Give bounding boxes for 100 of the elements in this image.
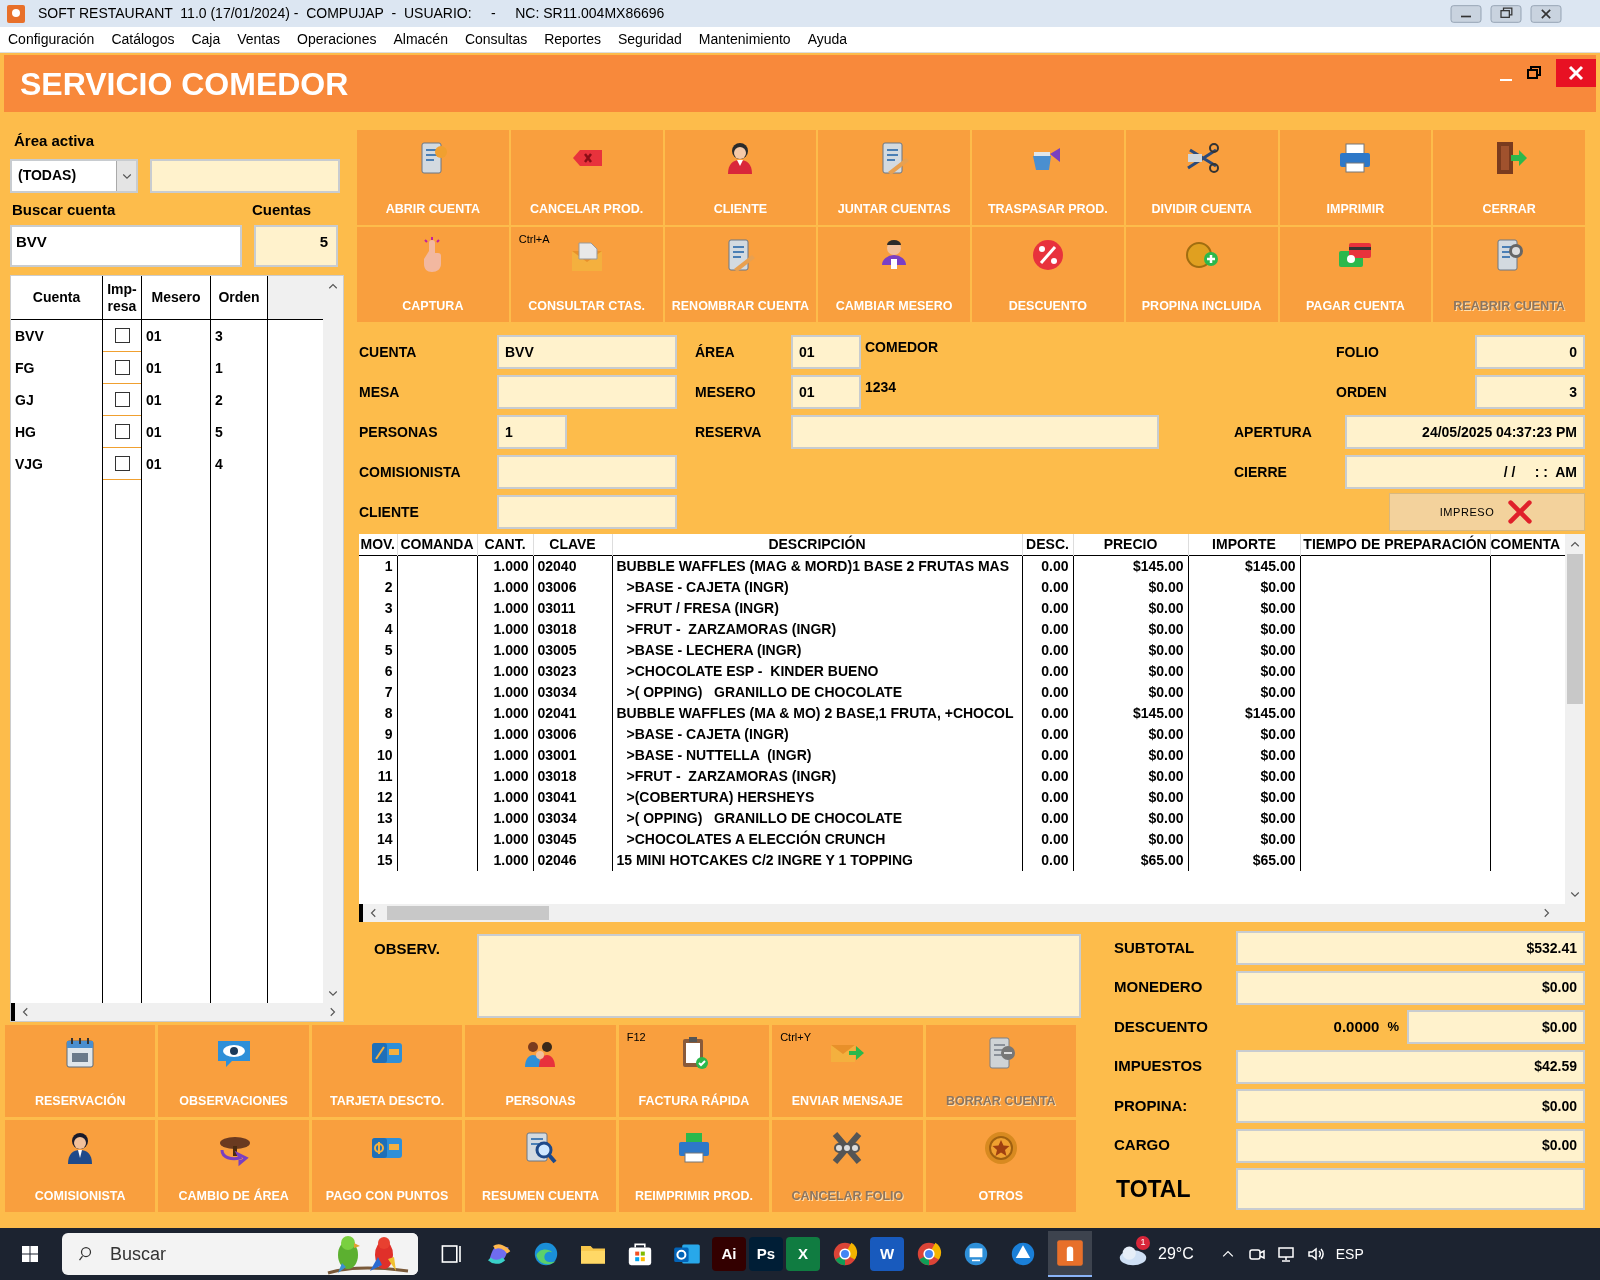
total-label: DESCUENTO	[1114, 1016, 1209, 1037]
app-icon[interactable]	[1048, 1231, 1092, 1277]
table-cell: 03045	[537, 831, 577, 847]
customer-field[interactable]	[497, 495, 677, 529]
field-label: Buscar cuenta	[12, 199, 117, 220]
toolbar-button[interactable]: Ctrl+A CONSULTAR CTAS.	[510, 227, 663, 322]
menu-item[interactable]: Operaciones	[297, 29, 377, 50]
account-field[interactable]: BVV	[497, 335, 677, 369]
table-cell: 1.000	[493, 558, 529, 574]
area-field[interactable]	[150, 158, 340, 193]
folio-field[interactable]: 0	[1475, 335, 1585, 369]
table-cell: 11	[377, 768, 393, 784]
amount-field[interactable]: $0.00	[1236, 970, 1585, 1005]
search-bar[interactable]: Buscar	[62, 1233, 418, 1275]
table-cell: >CHOCOLATES A ELECCIÓN CRUNCH	[626, 831, 886, 847]
app-icon[interactable]: W	[870, 1237, 904, 1271]
column-header[interactable]: COMANDA	[400, 536, 474, 552]
table-cell: 10	[376, 747, 393, 763]
menu-item[interactable]: Caja	[191, 29, 221, 50]
scrollbar[interactable]	[359, 904, 1585, 922]
checkbox[interactable]	[114, 424, 130, 439]
toolbar-button[interactable]: F12 FACTURA RÁPIDA	[618, 1025, 770, 1117]
column-header[interactable]: Cuenta	[32, 289, 81, 306]
table-cell: 1.000	[493, 663, 529, 679]
column-header[interactable]: PRECIO	[1103, 536, 1158, 552]
app-icon[interactable]: Ps	[749, 1237, 783, 1271]
amount-field[interactable]: $532.41	[1236, 931, 1585, 965]
menu-item[interactable]: Seguridad	[618, 29, 682, 50]
discount-percent: 0.0000	[1333, 1016, 1380, 1037]
search-field[interactable]: BVV	[10, 225, 242, 267]
column-header[interactable]: IMPORTE	[1212, 536, 1276, 552]
field-label: CIERRE	[1234, 462, 1287, 482]
table-cell: $0.00	[1148, 726, 1184, 742]
table-cell: >FRUT - ZARZAMORAS (INGR)	[626, 621, 837, 637]
checkbox[interactable]	[114, 360, 130, 375]
commission-agent-field[interactable]	[497, 455, 677, 489]
table-cell: $0.00	[1260, 747, 1296, 763]
table-cell: BUBBLE WAFFLES (MAG & MORD)1 BASE 2 FRUTAS MAS	[616, 558, 1009, 574]
screen-title: SERVICIO COMEDOR	[20, 64, 349, 104]
total-label: CARGO	[1114, 1135, 1171, 1156]
column-header[interactable]: COMENTA	[1490, 536, 1561, 552]
column-header[interactable]: Mesero	[151, 289, 201, 306]
column-header[interactable]: Imp-resa	[105, 280, 139, 315]
column-header[interactable]: Orden	[218, 289, 260, 306]
amount-field[interactable]: $0.00	[1407, 1010, 1585, 1044]
checkbox[interactable]	[114, 392, 130, 407]
count-field: 5	[254, 225, 338, 267]
table-cell-text: 01	[146, 326, 162, 346]
menu-item[interactable]: Ayuda	[807, 29, 848, 50]
column-header[interactable]: CLAVE	[549, 536, 596, 552]
opening-field[interactable]: 24/05/2025 04:37:23 PM	[1345, 415, 1585, 449]
scrollbar[interactable]	[1565, 534, 1585, 904]
order-field[interactable]: 3	[1475, 375, 1585, 409]
language-indicator[interactable]: ESP	[1335, 1243, 1364, 1265]
amount-field[interactable]: $0.00	[1236, 1089, 1585, 1123]
total-label: SUBTOTAL	[1114, 937, 1196, 958]
checkbox[interactable]	[114, 328, 130, 343]
guests-field[interactable]: 1	[497, 415, 567, 449]
table-cell: 0.00	[1041, 726, 1069, 742]
scrollbar[interactable]	[323, 276, 343, 1003]
observations-field[interactable]	[477, 934, 1081, 1018]
printed-button[interactable]: IMPRESO	[1389, 493, 1585, 531]
table-field[interactable]	[497, 375, 677, 409]
area-dropdown[interactable]: (TODAS)	[10, 158, 138, 193]
amount-field[interactable]: $42.59	[1236, 1049, 1585, 1084]
column-header[interactable]: MOV.	[360, 536, 395, 552]
table-cell: 03041	[537, 789, 577, 805]
toolbar-button[interactable]: Ctrl+Y ENVIAR MENSAJE	[772, 1025, 923, 1117]
area-code-field[interactable]: 01	[791, 335, 861, 369]
scrollbar[interactable]	[11, 1003, 343, 1021]
menu-item[interactable]: Consultas	[464, 29, 528, 50]
menu-item[interactable]: Mantenimiento	[698, 29, 791, 50]
percent-sign: %	[1387, 1018, 1399, 1037]
total-field[interactable]	[1236, 1168, 1585, 1210]
table-cell: >( OPPING) GRANILLO DE CHOCOLATE	[626, 684, 902, 700]
column-header[interactable]: CANT.	[484, 536, 526, 552]
amount-field[interactable]: $0.00	[1236, 1128, 1585, 1163]
reservation-field[interactable]	[791, 415, 1159, 449]
table-cell: $0.00	[1260, 642, 1296, 658]
closing-field[interactable]: / / : : AM	[1345, 455, 1585, 489]
column-header[interactable]: DESCRIPCIÓN	[768, 536, 866, 552]
table-cell: 0.00	[1041, 810, 1069, 826]
app-icon[interactable]: Ai	[712, 1237, 746, 1271]
menu-item[interactable]: Catálogos	[111, 29, 175, 50]
table-cell: $0.00	[1148, 831, 1184, 847]
column-header[interactable]: TIEMPO DE PREPARACIÓN	[1303, 536, 1487, 552]
menu-item[interactable]: Almacén	[393, 29, 448, 50]
table-cell-text: 4	[215, 454, 223, 474]
table-cell-text: 1	[215, 358, 223, 378]
search-field[interactable]: Buscar	[110, 1240, 260, 1268]
column-header[interactable]: DESC.	[1026, 536, 1069, 552]
menu-item[interactable]: Ventas	[237, 29, 281, 50]
total-label: MONEDERO	[1114, 977, 1204, 998]
table-cell: BUBBLE WAFFLES (MA & MO) 2 BASE,1 FRUTA, +CHOCOL	[616, 705, 1014, 721]
checkbox[interactable]	[114, 456, 130, 471]
table-cell: 13	[376, 810, 393, 826]
menu-item[interactable]: Reportes	[544, 29, 601, 50]
app-icon[interactable]: X	[786, 1237, 820, 1271]
menu-item[interactable]: Configuración	[8, 29, 95, 50]
waiter-code-field[interactable]: 01	[791, 375, 861, 409]
